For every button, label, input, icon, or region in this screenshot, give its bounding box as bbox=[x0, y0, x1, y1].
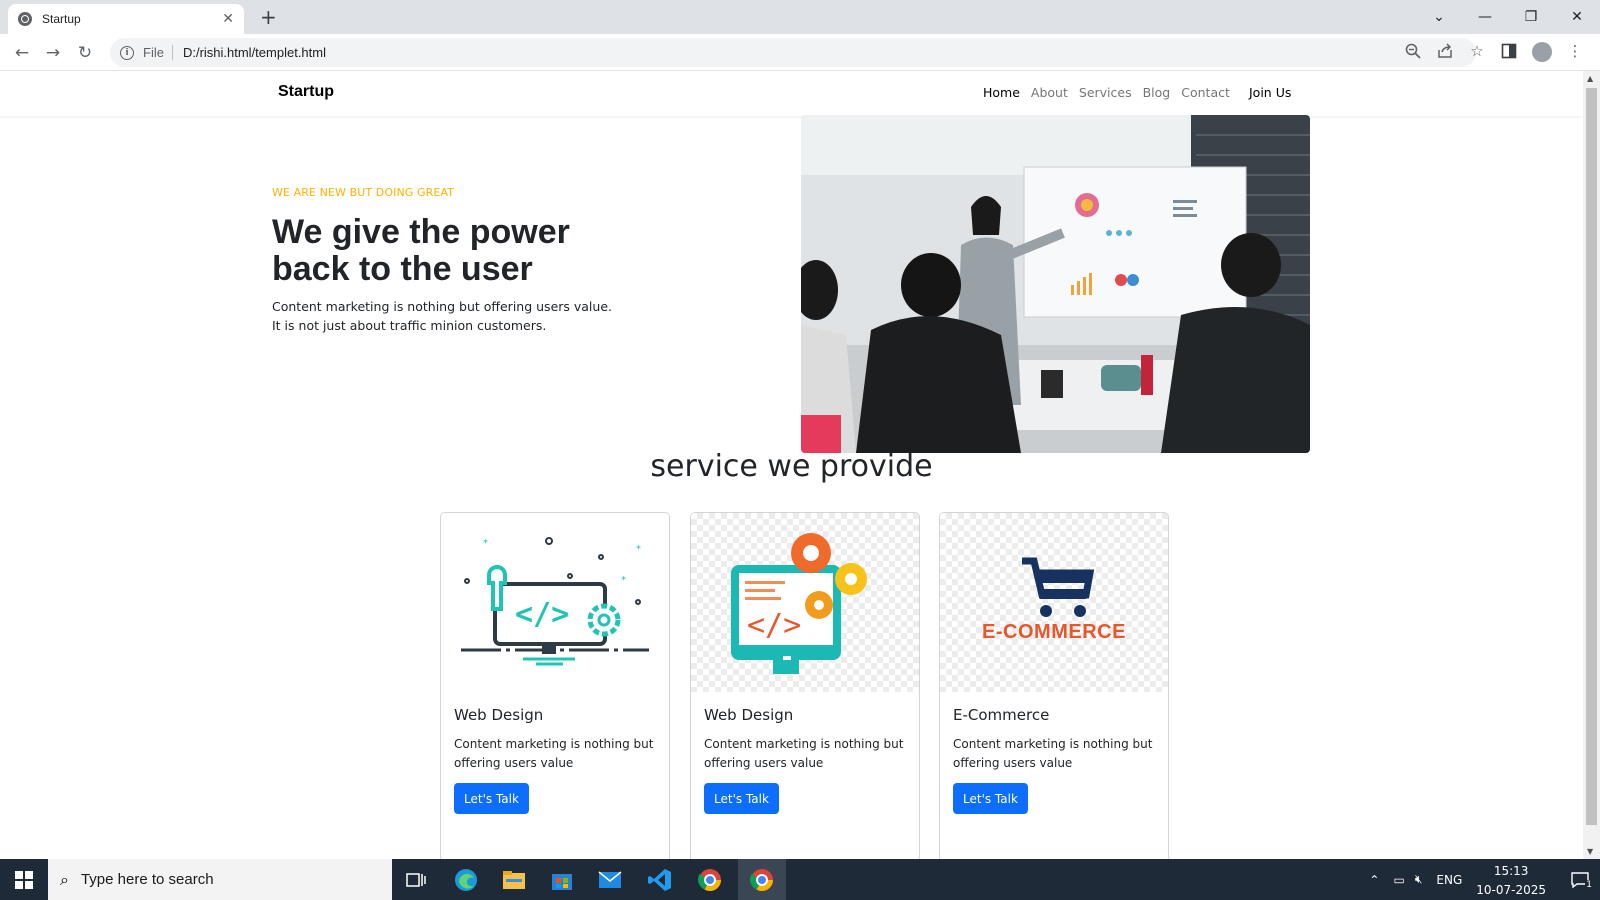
notification-count: 1 bbox=[1585, 879, 1593, 890]
svg-text:*: * bbox=[636, 544, 641, 555]
scroll-down-icon[interactable]: ▼ bbox=[1587, 847, 1593, 856]
hero-text: Content marketing is nothing but offerin… bbox=[272, 297, 632, 335]
brand-logo[interactable]: Startup bbox=[278, 83, 334, 101]
search-placeholder: Type here to search bbox=[80, 871, 214, 888]
browser-toolbar: ← → ↻ i File D:/rishi.html/templet.html … bbox=[0, 34, 1600, 71]
tab-title: Startup bbox=[42, 12, 81, 26]
mail-icon[interactable] bbox=[590, 863, 630, 897]
clock-date: 10-07-2025 bbox=[1476, 882, 1546, 897]
shopping-cart-icon: E-COMMERCE bbox=[940, 513, 1168, 692]
chevron-up-icon[interactable]: ⌃ bbox=[1369, 873, 1379, 887]
card-text: Content marketing is nothing but offerin… bbox=[704, 737, 904, 770]
monitor-gears-icon: </> bbox=[691, 513, 919, 692]
scroll-up-icon[interactable]: ▲ bbox=[1587, 74, 1593, 83]
hero-text-line-1: Content marketing is nothing but offerin… bbox=[272, 299, 612, 314]
nav-about[interactable]: About bbox=[1031, 85, 1068, 100]
service-card: </> Web Design Content marketing is noth… bbox=[690, 512, 920, 859]
hero-meeting-photo bbox=[801, 115, 1310, 453]
back-icon[interactable]: ← bbox=[11, 42, 33, 64]
card-title: Web Design bbox=[454, 706, 544, 724]
profile-avatar[interactable] bbox=[1532, 42, 1552, 62]
file-explorer-icon[interactable] bbox=[494, 863, 534, 897]
globe-icon bbox=[18, 12, 32, 26]
side-panel-icon[interactable] bbox=[1500, 42, 1518, 60]
menu-kebab-icon[interactable]: ⋮ bbox=[1566, 42, 1584, 60]
zoom-icon[interactable] bbox=[1404, 42, 1422, 60]
hero-eyebrow: WE ARE NEW BUT DOING GREAT bbox=[272, 186, 455, 199]
card-text: Content marketing is nothing but offerin… bbox=[953, 737, 1153, 770]
toolbar-actions: ☆ ⋮ bbox=[1404, 42, 1584, 62]
minimize-icon[interactable]: — bbox=[1462, 0, 1508, 34]
svg-text:</>: </> bbox=[747, 608, 801, 643]
taskbar-search-box[interactable]: ⌕ Type here to search bbox=[48, 859, 392, 900]
url-text[interactable]: D:/rishi.html/templet.html bbox=[183, 45, 326, 60]
notification-icon[interactable]: 1 bbox=[1560, 871, 1600, 890]
lets-talk-button[interactable]: Let's Talk bbox=[454, 783, 529, 814]
vscode-icon[interactable] bbox=[640, 863, 680, 897]
hero-title: We give the power back to the user bbox=[272, 213, 570, 288]
ecommerce-logo-text: E-COMMERCE bbox=[982, 621, 1126, 643]
browser-tab-strip: Startup ✕ + ⌄ — ❐ ✕ bbox=[0, 0, 1600, 34]
share-icon[interactable] bbox=[1436, 42, 1454, 60]
card-text: Content marketing is nothing but offerin… bbox=[454, 737, 654, 770]
task-view-icon[interactable] bbox=[396, 863, 436, 897]
services-heading: service we provide bbox=[650, 449, 933, 484]
scheme-label: File bbox=[143, 45, 173, 60]
nav-services[interactable]: Services bbox=[1079, 85, 1132, 100]
chrome-icon[interactable] bbox=[742, 863, 782, 897]
svg-text:*: * bbox=[483, 538, 488, 549]
svg-text:</>: </> bbox=[515, 597, 569, 632]
card-title: E-Commerce bbox=[953, 706, 1050, 724]
network-icon[interactable]: ▭ bbox=[1393, 873, 1404, 887]
hero-text-line-2: It is not just about traffic minion cust… bbox=[272, 318, 547, 333]
nav-contact[interactable]: Contact bbox=[1181, 85, 1230, 100]
lets-talk-button[interactable]: Let's Talk bbox=[953, 783, 1028, 814]
tab-close-icon[interactable]: ✕ bbox=[222, 11, 234, 27]
windows-start-icon[interactable] bbox=[0, 859, 48, 900]
web-design-monitor-icon: * * * </> bbox=[441, 513, 669, 692]
nav-links: Home About Services Blog Contact bbox=[983, 85, 1230, 100]
close-window-icon[interactable]: ✕ bbox=[1554, 0, 1600, 34]
system-tray: ⌃ ▭ 🔇︎ ENG 15:13 10-07-2025 1 bbox=[1369, 859, 1600, 900]
bookmark-star-icon[interactable]: ☆ bbox=[1468, 42, 1486, 60]
clock[interactable]: 15:13 10-07-2025 bbox=[1476, 861, 1546, 899]
nav-blog[interactable]: Blog bbox=[1143, 85, 1171, 100]
site-navbar: Startup Home About Services Blog Contact… bbox=[0, 71, 1583, 116]
restore-icon[interactable]: ❐ bbox=[1508, 0, 1554, 34]
tab-search-icon[interactable]: ⌄ bbox=[1416, 0, 1462, 34]
card-title: Web Design bbox=[704, 706, 794, 724]
nav-home[interactable]: Home bbox=[983, 85, 1020, 100]
scrollbar-thumb[interactable] bbox=[1586, 88, 1597, 825]
svg-text:*: * bbox=[621, 575, 626, 586]
page-scrollbar[interactable]: ▲ ▼ bbox=[1583, 71, 1600, 859]
lets-talk-button[interactable]: Let's Talk bbox=[704, 783, 779, 814]
service-card: * * * </> Web Design Content marketing is … bbox=[440, 512, 670, 859]
clock-time: 15:13 bbox=[1493, 863, 1529, 878]
browser-tab[interactable]: Startup ✕ bbox=[8, 4, 244, 34]
new-tab-button[interactable]: + bbox=[260, 5, 277, 29]
info-icon[interactable]: i bbox=[120, 45, 134, 60]
edge-icon[interactable] bbox=[446, 863, 486, 897]
join-us-link[interactable]: Join Us bbox=[1249, 85, 1291, 100]
window-controls: ⌄ — ❐ ✕ bbox=[1416, 0, 1600, 34]
windows-taskbar: ⌕ Type here to search ⌃ ▭ 🔇︎ ENG 15:13 1… bbox=[0, 859, 1600, 900]
microsoft-store-icon[interactable] bbox=[542, 863, 582, 897]
forward-icon[interactable]: → bbox=[42, 42, 64, 64]
language-indicator[interactable]: ENG bbox=[1436, 873, 1462, 887]
search-icon: ⌕ bbox=[60, 869, 69, 889]
chrome-profile-icon[interactable] bbox=[690, 863, 730, 897]
address-bar[interactable]: i File D:/rishi.html/templet.html bbox=[110, 38, 1476, 67]
speaker-muted-icon[interactable]: 🔇︎ bbox=[1415, 872, 1423, 887]
service-card: E-COMMERCE E-Commerce Content marketing … bbox=[939, 512, 1169, 859]
page-viewport: Startup Home About Services Blog Contact… bbox=[0, 71, 1583, 859]
reload-icon[interactable]: ↻ bbox=[74, 42, 96, 64]
